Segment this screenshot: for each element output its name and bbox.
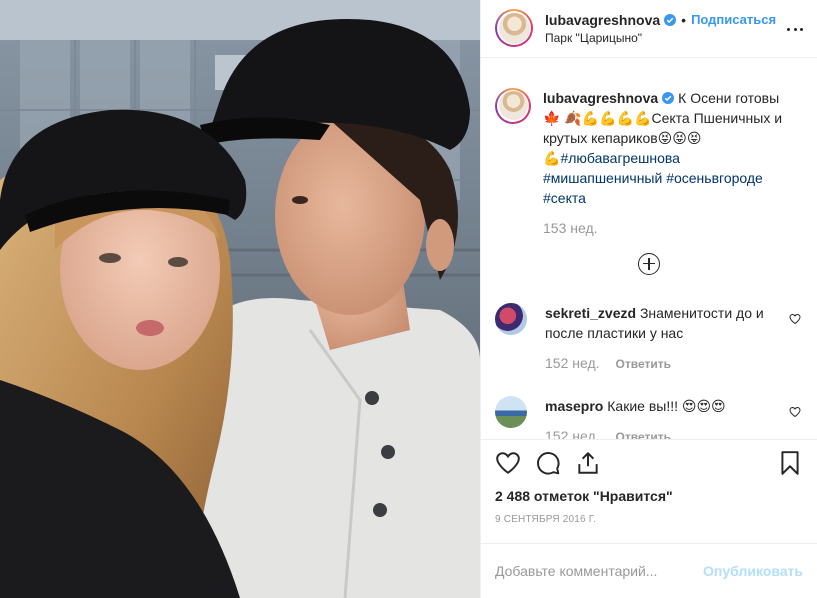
caption-avatar[interactable] (495, 87, 531, 124)
reply-button[interactable]: Ответить (616, 354, 671, 374)
caption-verified-badge-icon (662, 91, 675, 104)
instagram-post-view: lubavagreshnova • Подписаться Парк "Цари… (0, 0, 817, 598)
comment-item: sekreti_zvezd Знаменитости до и после пл… (495, 302, 803, 374)
comment-bubble-icon[interactable] (535, 450, 561, 476)
comment-time[interactable]: 152 нед. (545, 426, 600, 439)
hashtag-link[interactable]: #осеньвгороде (666, 170, 763, 186)
post-caption: lubavagreshnova К Осени готовы🍁 🍂💪💪💪💪Сек… (495, 58, 803, 238)
caption-time[interactable]: 153 нед. (543, 218, 783, 238)
add-comment-bar: Добавьте комментарий... Опубликовать (481, 543, 817, 598)
post-photo[interactable] (0, 0, 480, 598)
commenter-avatar[interactable] (495, 395, 527, 428)
comment-body: sekreti_zvezd Знаменитости до и после пл… (545, 303, 765, 374)
follow-button[interactable]: Подписаться (691, 12, 776, 27)
post-header: lubavagreshnova • Подписаться Парк "Цари… (481, 0, 817, 58)
caption-text-3: 💪 (543, 149, 561, 166)
header-row: lubavagreshnova • Подписаться (545, 12, 776, 28)
avatar-image (498, 12, 530, 44)
comment-item: masepro Какие вы!!! 😍😍😍 152 нед. Ответит… (495, 395, 803, 439)
comment-like-heart-icon[interactable] (789, 406, 801, 418)
commenter-avatar[interactable] (495, 302, 527, 335)
comment-time[interactable]: 152 нед. (545, 353, 600, 373)
action-bar (481, 438, 817, 486)
photo-illustration (0, 0, 480, 598)
comment-input[interactable]: Добавьте комментарий... (495, 563, 703, 579)
post-location[interactable]: Парк "Царицыно" (545, 31, 776, 45)
likes-count[interactable]: 2 488 отметок "Нравится" (481, 486, 817, 506)
like-heart-icon[interactable] (495, 450, 521, 476)
comment-meta: 152 нед. Ответить (545, 426, 765, 439)
caption-body: lubavagreshnova К Осени готовы🍁 🍂💪💪💪💪Сек… (543, 88, 783, 238)
author-username[interactable]: lubavagreshnova (545, 12, 660, 28)
publish-button[interactable]: Опубликовать (703, 563, 803, 579)
comment-meta: 152 нед. Ответить (545, 353, 765, 374)
comment-body: masepro Какие вы!!! 😍😍😍 152 нед. Ответит… (545, 396, 765, 439)
caption-text-2: 🍂💪💪💪💪Секта Пшеничных и крутых кепариков😝… (543, 109, 783, 146)
caption-avatar-image (498, 91, 528, 121)
comment-text: Какие вы!!! 😍😍😍 (607, 397, 726, 414)
reply-button[interactable]: Ответить (616, 427, 671, 439)
comments-area[interactable]: lubavagreshnova К Осени готовы🍁 🍂💪💪💪💪Сек… (481, 58, 817, 439)
header-text: lubavagreshnova • Подписаться Парк "Цари… (545, 12, 776, 45)
more-options-icon[interactable] (787, 23, 803, 35)
hashtag-link[interactable]: #мишапшеничный (543, 170, 662, 186)
hashtag-link[interactable]: #секта (543, 190, 586, 206)
verified-badge-icon (664, 13, 677, 26)
share-icon[interactable] (575, 450, 601, 476)
commenter-username[interactable]: sekreti_zvezd (545, 305, 636, 321)
caption-username[interactable]: lubavagreshnova (543, 90, 658, 106)
commenter-username[interactable]: masepro (545, 398, 603, 414)
post-details-panel: lubavagreshnova • Подписаться Парк "Цари… (480, 0, 817, 598)
hashtag-link[interactable]: #любавагрешнова (560, 150, 680, 166)
post-date[interactable]: 9 СЕНТЯБРЯ 2016 Г. (481, 514, 817, 532)
load-more-comments-icon[interactable] (638, 252, 660, 275)
bookmark-icon[interactable] (777, 450, 803, 476)
author-avatar[interactable] (495, 9, 533, 48)
separator-dot: • (681, 11, 687, 28)
comment-like-heart-icon[interactable] (789, 313, 801, 325)
